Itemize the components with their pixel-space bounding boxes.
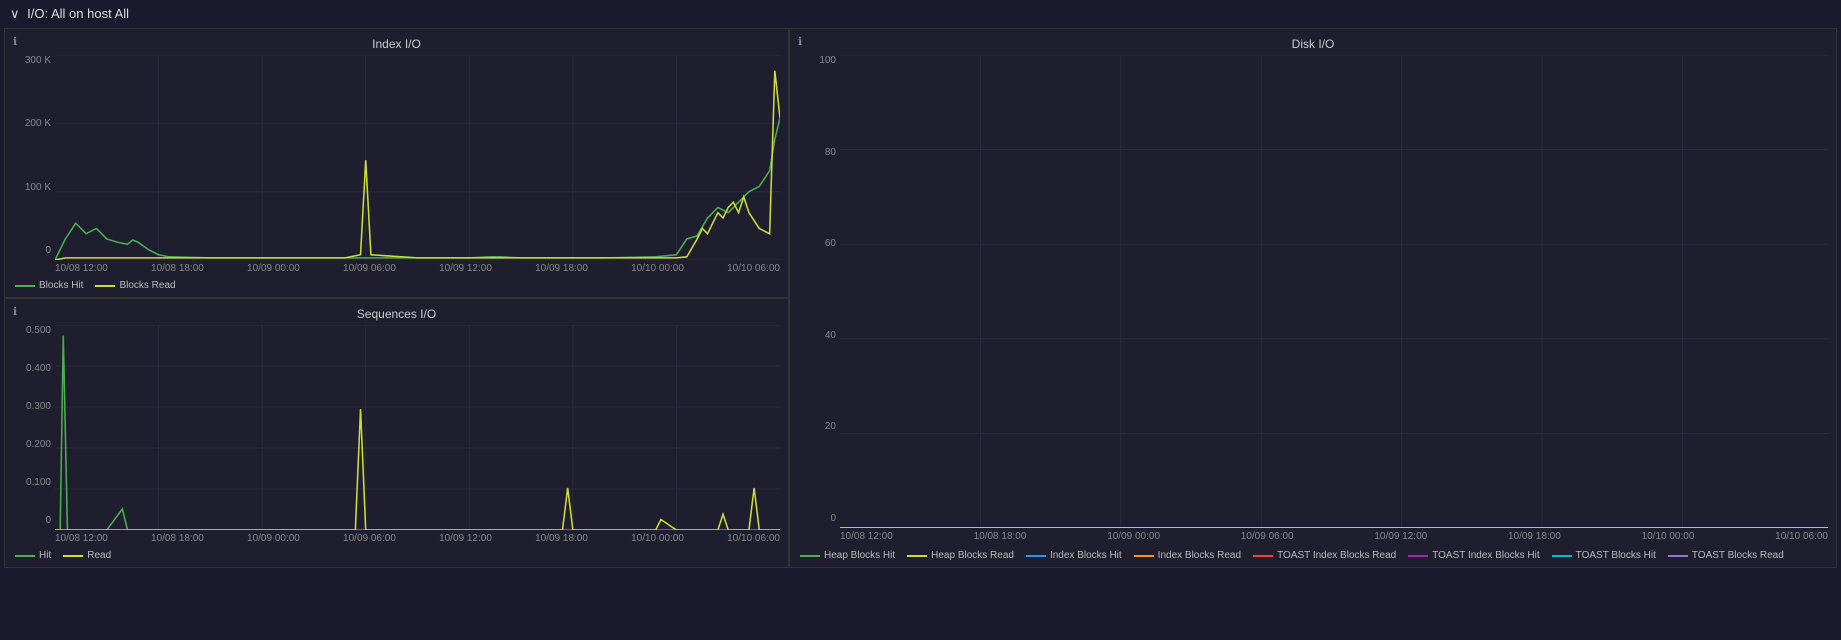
disk-io-title: Disk I/O [798,37,1828,51]
sequences-io-legend: Hit Read [13,546,780,563]
index-io-title: Index I/O [13,37,780,51]
sequences-io-panel: ℹ Sequences I/O 0.500 0.400 0.300 0.200 … [4,298,789,568]
legend-toast-index-read: TOAST Index Blocks Read [1253,550,1396,561]
disk-io-y-axis: 100 80 60 40 20 0 [798,55,840,524]
header-title: I/O: All on host All [27,6,129,21]
disk-io-legend: Heap Blocks Hit Heap Blocks Read Index B… [798,544,1828,563]
legend-toast-read-line [1668,555,1688,557]
legend-toast-index-hit-line [1408,555,1428,557]
legend-blocks-hit-line [15,285,35,287]
sequences-io-svg [55,325,780,530]
legend-index-read-line [1134,555,1154,557]
legend-toast-hit: TOAST Blocks Hit [1552,550,1656,561]
legend-toast-index-hit: TOAST Index Blocks Hit [1408,550,1539,561]
index-io-y-axis: 300 K 200 K 100 K 0 [13,55,55,256]
index-io-svg [55,55,780,260]
disk-io-chart-area: 100 80 60 40 20 0 [798,55,1828,544]
disk-io-x-axis: 10/08 12:00 10/08 18:00 10/09 00:00 10/0… [840,528,1828,544]
index-io-legend: Blocks Hit Blocks Read [13,276,780,293]
legend-toast-index-read-line [1253,555,1273,557]
legend-blocks-hit: Blocks Hit [15,280,83,291]
sequences-io-info-icon[interactable]: ℹ [13,305,17,318]
disk-io-svg [840,55,1828,528]
disk-io-info-icon[interactable]: ℹ [798,35,802,48]
legend-heap-hit: Heap Blocks Hit [800,550,895,561]
legend-read: Read [63,550,111,561]
legend-index-hit: Index Blocks Hit [1026,550,1122,561]
header-caret: ∨ [10,6,20,21]
legend-heap-read: Heap Blocks Read [907,550,1014,561]
index-io-x-axis: 10/08 12:00 10/08 18:00 10/09 00:00 10/0… [55,260,780,276]
sequences-io-title: Sequences I/O [13,307,780,321]
legend-toast-hit-line [1552,555,1572,557]
legend-index-read: Index Blocks Read [1134,550,1241,561]
legend-blocks-read-line [95,285,115,287]
page-header[interactable]: ∨ I/O: All on host All [0,0,1841,28]
sequences-io-x-axis: 10/08 12:00 10/08 18:00 10/09 00:00 10/0… [55,530,780,546]
legend-blocks-read: Blocks Read [95,280,175,291]
legend-hit: Hit [15,550,51,561]
index-io-chart-area: 300 K 200 K 100 K 0 [13,55,780,276]
sequences-io-y-axis: 0.500 0.400 0.300 0.200 0.100 0 [13,325,55,526]
index-io-panel: ℹ Index I/O 300 K 200 K 100 K 0 [4,28,789,298]
disk-io-panel: ℹ Disk I/O 100 80 60 40 20 0 [789,28,1837,568]
legend-index-hit-line [1026,555,1046,557]
index-io-info-icon[interactable]: ℹ [13,35,17,48]
legend-heap-hit-line [800,555,820,557]
legend-heap-read-line [907,555,927,557]
legend-hit-line [15,555,35,557]
legend-read-line [63,555,83,557]
sequences-io-chart-area: 0.500 0.400 0.300 0.200 0.100 0 [13,325,780,546]
legend-toast-read: TOAST Blocks Read [1668,550,1784,561]
